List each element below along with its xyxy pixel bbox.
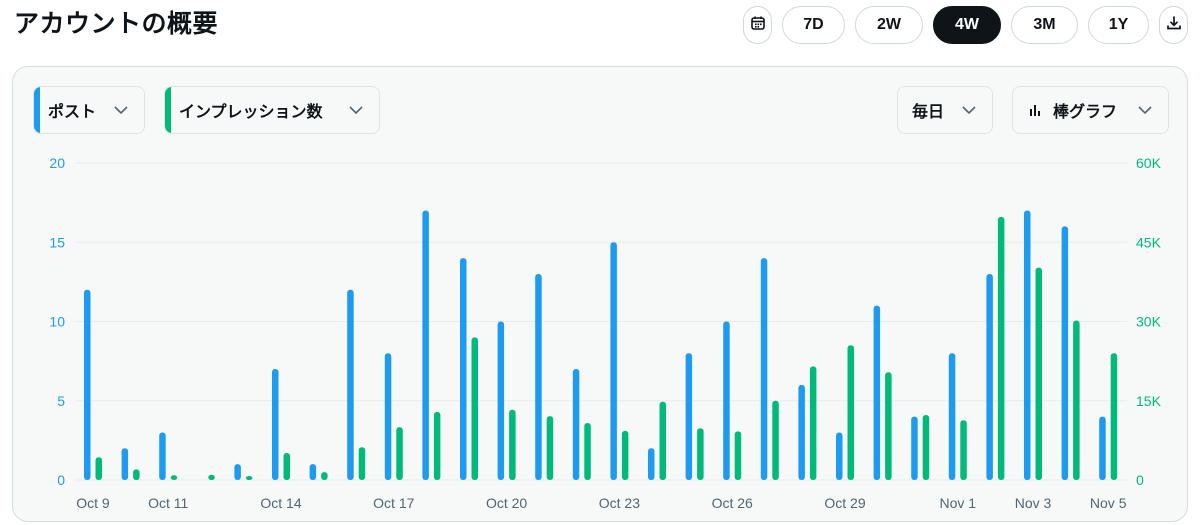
y-left-tick-label: 10 <box>49 314 65 330</box>
posts-bar <box>572 369 580 480</box>
x-tick-label: Oct 26 <box>712 495 753 511</box>
posts-bar <box>986 273 993 480</box>
posts-bar <box>610 242 617 480</box>
y-right-tick-label: 60K <box>1136 155 1162 171</box>
impressions-bar <box>1110 353 1118 480</box>
impressions-bar <box>734 431 742 480</box>
x-tick-label: Oct 20 <box>486 495 527 511</box>
impressions-bar <box>321 472 328 480</box>
impressions-bar <box>396 427 403 480</box>
impressions-bar <box>922 415 930 480</box>
download-button[interactable] <box>1159 6 1188 44</box>
y-left-tick-label: 20 <box>49 155 65 171</box>
impressions-bar <box>546 416 554 480</box>
posts-bar <box>836 432 843 480</box>
calendar-button[interactable] <box>743 6 772 44</box>
impressions-bar <box>95 457 102 480</box>
x-tick-label: Oct 17 <box>373 495 414 511</box>
impressions-bar <box>584 422 591 480</box>
impressions-bar <box>809 366 817 480</box>
posts-bar <box>121 448 129 480</box>
posts-bar <box>535 273 542 480</box>
impressions-bar <box>283 453 290 480</box>
impressions-bar <box>885 372 892 480</box>
posts-bar <box>723 321 730 480</box>
y-left-tick-label: 5 <box>57 393 65 409</box>
x-tick-label: Nov 3 <box>1015 495 1052 511</box>
posts-bar <box>1024 210 1031 481</box>
posts-bar <box>685 353 693 480</box>
page-title: アカウントの概要 <box>14 9 219 38</box>
impressions-bar <box>170 475 178 480</box>
posts-bar <box>760 258 768 480</box>
posts-bar <box>460 258 467 480</box>
posts-bar <box>347 289 354 480</box>
x-tick-label: Oct 11 <box>148 495 188 511</box>
date-range-selector: 7D 2W 4W 3M 1Y <box>743 6 1188 44</box>
impressions-bar <box>621 430 629 480</box>
range-4w-button[interactable]: 4W <box>933 6 1001 44</box>
impressions-bar <box>997 216 1005 480</box>
posts-bar <box>948 353 956 480</box>
range-3m-button[interactable]: 3M <box>1011 6 1078 44</box>
posts-bar <box>272 369 279 480</box>
impressions-bar <box>509 409 516 480</box>
impressions-bar <box>697 428 704 480</box>
x-tick-label: Nov 1 <box>940 495 977 511</box>
y-right-tick-label: 0 <box>1136 472 1144 488</box>
impressions-bar <box>358 447 366 480</box>
posts-bar <box>84 289 91 480</box>
y-right-tick-label: 30K <box>1136 314 1162 330</box>
x-tick-label: Oct 23 <box>599 495 640 511</box>
posts-bar <box>1099 416 1106 480</box>
y-left-tick-label: 0 <box>57 472 65 488</box>
posts-bar <box>648 448 655 480</box>
posts-bar <box>911 416 918 480</box>
impressions-bar <box>1035 267 1042 480</box>
y-right-tick-label: 45K <box>1136 234 1162 250</box>
posts-bar <box>1061 226 1069 480</box>
posts-bar <box>384 353 392 480</box>
posts-bar <box>159 432 166 480</box>
posts-bar <box>873 305 881 480</box>
posts-bar <box>309 464 317 480</box>
impressions-bar <box>1073 320 1080 480</box>
impressions-bar <box>659 401 666 480</box>
impressions-bar <box>847 345 854 480</box>
calendar-icon <box>750 15 766 36</box>
range-7d-button[interactable]: 7D <box>782 6 845 44</box>
impressions-bar <box>960 420 967 480</box>
x-tick-label: Nov 5 <box>1090 495 1127 511</box>
range-2w-button[interactable]: 2W <box>855 6 923 44</box>
y-right-tick-label: 15K <box>1136 393 1162 409</box>
impressions-bar <box>208 474 215 480</box>
impressions-bar <box>245 476 253 480</box>
impressions-bar <box>133 469 140 480</box>
impressions-bar <box>433 411 441 480</box>
y-left-tick-label: 15 <box>49 234 65 250</box>
x-tick-label: Oct 14 <box>260 495 301 511</box>
bar-chart: 0 0 5 15K 10 30K 15 45K 20 60K Oct 9 Oct 11 Oct 14 Oc… <box>49 155 1162 511</box>
posts-bar <box>234 464 241 480</box>
impressions-bar <box>772 400 779 480</box>
range-1y-button[interactable]: 1Y <box>1088 6 1149 44</box>
x-tick-label: Oct 29 <box>824 495 865 511</box>
chart-card: ポスト インプレッション数 毎日 棒グラフ 0 0 5 15K 10 30K 15 45K 20 <box>12 66 1188 522</box>
posts-bar <box>497 321 505 480</box>
x-tick-label: Oct 9 <box>76 495 110 511</box>
impressions-bar <box>471 337 478 480</box>
posts-bar <box>422 210 429 481</box>
download-icon <box>1166 15 1182 36</box>
posts-bar <box>798 384 805 480</box>
